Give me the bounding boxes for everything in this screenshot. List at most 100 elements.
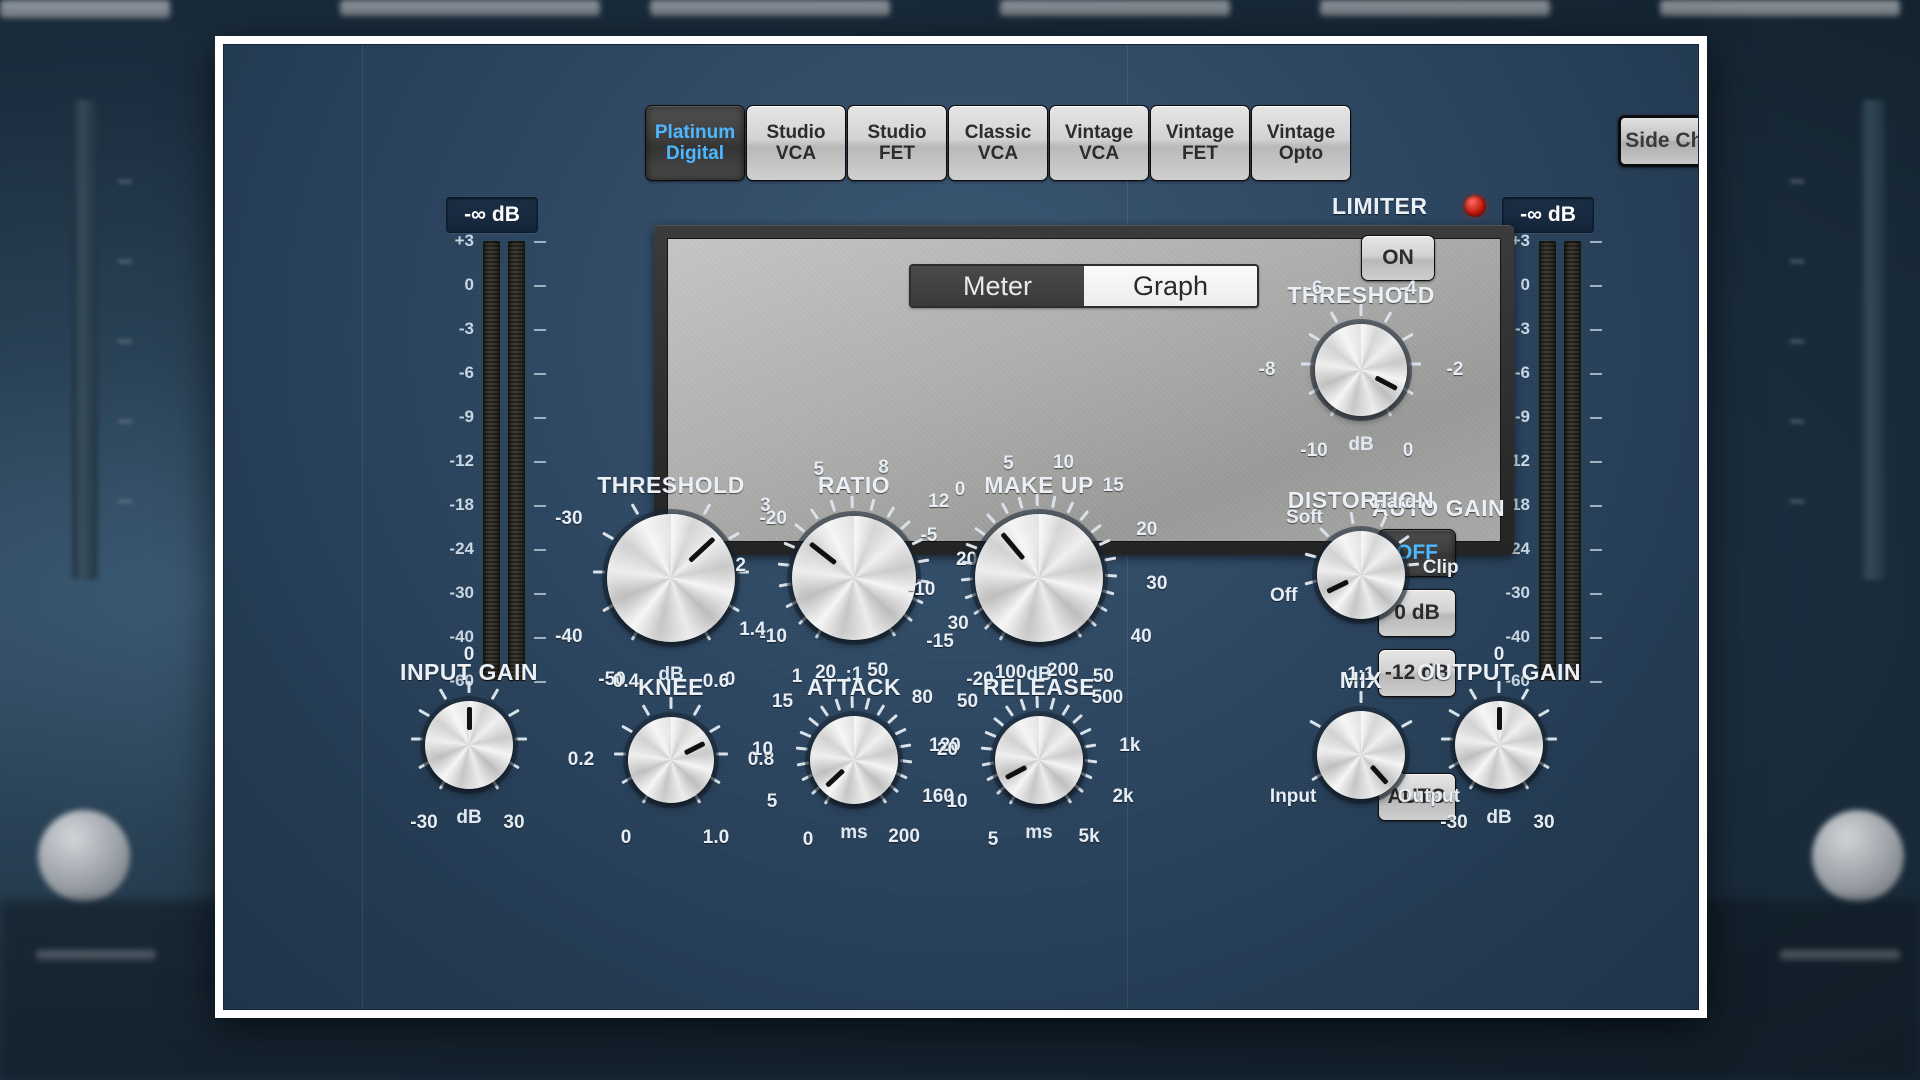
knob-tick <box>727 604 739 613</box>
limiter-on-button[interactable]: ON <box>1361 235 1435 281</box>
knob-unit-limiter-threshold: dB <box>1348 434 1373 456</box>
knob-tick <box>1080 771 1092 779</box>
knob-scale-label: 200 <box>1047 660 1079 682</box>
meter-scale-tick <box>1590 593 1602 595</box>
meter-scale-label: -9 <box>1515 407 1530 427</box>
knob-unit-input-gain: dB <box>456 807 481 829</box>
model-tab-studio-fet[interactable]: StudioFET <box>847 105 947 181</box>
knob-dial-mix[interactable] <box>1317 711 1405 799</box>
knob-scale-label: 50 <box>867 660 888 682</box>
knob-dial-knee[interactable] <box>628 717 714 803</box>
knob-dial-ratio[interactable] <box>792 516 916 640</box>
knob-scale-label: 40 <box>1131 626 1152 648</box>
backdrop-fader <box>72 100 98 580</box>
knob-tick <box>1469 688 1478 700</box>
knob-scale-label: 0 <box>464 644 475 666</box>
backdrop-fader <box>1860 100 1886 580</box>
model-tab-label: ClassicVCA <box>965 122 1032 165</box>
knob-scale-label: 80 <box>912 687 933 709</box>
model-tab-label: StudioFET <box>867 122 926 165</box>
meter-scale-label: +3 <box>455 231 474 251</box>
knob-scale-label: -8 <box>1259 359 1276 381</box>
meter-scale-label: 0 <box>1521 275 1530 295</box>
knob-scale-label: Output <box>1398 786 1460 808</box>
backdrop-strip <box>0 0 170 18</box>
meter-scale-tick <box>534 505 546 507</box>
meter-scale-tick <box>1590 373 1602 375</box>
model-tab-classic-vca[interactable]: ClassicVCA <box>948 105 1048 181</box>
knob-scale-label: Input <box>1270 786 1316 808</box>
meter-scale-tick <box>534 285 546 287</box>
knob-title-make-up: MAKE UP <box>984 472 1094 499</box>
knob-scale-label: -10 <box>908 579 935 601</box>
tab-meter[interactable]: Meter <box>911 266 1084 306</box>
input-meter-bars <box>476 241 532 681</box>
input-meter-bar-left <box>483 241 500 681</box>
knob-scale-label: 15 <box>772 691 793 713</box>
knob-tick <box>515 738 527 741</box>
knob-tick <box>621 724 633 733</box>
knob-tick <box>491 688 500 700</box>
knob-tick <box>1360 691 1363 703</box>
knob-tick <box>641 704 650 716</box>
knob-scale-label: -2 <box>1447 359 1464 381</box>
knob-scale-label: 0 <box>955 479 966 501</box>
knob-tick <box>877 704 886 716</box>
model-tab-platinum-digital[interactable]: PlatinumDigital <box>645 105 745 181</box>
knob-tick <box>1498 681 1501 693</box>
knob-scale-label: 1.0 <box>703 827 729 849</box>
knob-unit-attack: ms <box>840 822 867 844</box>
knob-tick <box>961 577 973 581</box>
knob-scale-label: 1.4 <box>739 619 765 641</box>
knob-scale-label: 0 <box>1494 644 1505 666</box>
model-tab-vintage-fet[interactable]: VintageFET <box>1150 105 1250 181</box>
knob-dial-threshold[interactable] <box>607 514 735 642</box>
side-chain-button[interactable]: Side Chain <box>1621 118 1699 164</box>
backdrop-strip <box>340 0 600 16</box>
meter-scale-label: -9 <box>459 407 474 427</box>
knob-scale-label: 8 <box>878 457 889 479</box>
model-tab-studio-vca[interactable]: StudioVCA <box>746 105 846 181</box>
knob-tick <box>1095 604 1107 613</box>
meter-scale-tick <box>534 549 546 551</box>
knob-dial-attack[interactable] <box>810 716 898 804</box>
knob-scale-label: 200 <box>888 826 920 848</box>
knob-scale-label: 20 <box>937 739 958 761</box>
knob-scale-label: 20 <box>1136 519 1157 541</box>
knob-dial-limiter-threshold[interactable] <box>1315 324 1407 416</box>
output-meter-bar-right <box>1564 241 1581 681</box>
knob-dial-distortion[interactable] <box>1317 531 1405 619</box>
knob-tick <box>800 730 812 737</box>
knob-scale-label: Off <box>1270 585 1297 607</box>
knob-dial-make-up[interactable] <box>975 514 1103 642</box>
knob-tick <box>982 761 994 766</box>
meter-scale-tick <box>534 329 546 331</box>
model-tab-vintage-vca[interactable]: VintageVCA <box>1049 105 1149 181</box>
knob-scale-label: 30 <box>1146 573 1167 595</box>
knob-scale-label: 50 <box>1093 666 1114 688</box>
knob-tick <box>1360 304 1363 316</box>
backdrop-strip <box>36 950 156 960</box>
knob-tick <box>1538 761 1550 770</box>
knob-scale-label: 2 <box>735 555 746 577</box>
meter-scale-tick <box>534 241 546 243</box>
knob-unit-release: ms <box>1025 822 1052 844</box>
knob-scale-label: 1 <box>792 666 803 688</box>
meter-scale-tick <box>534 461 546 463</box>
plugin-window: PlatinumDigitalStudioVCA StudioFET Classic… <box>215 36 1707 1018</box>
knob-unit-output-gain: dB <box>1486 807 1511 829</box>
tab-graph[interactable]: Graph <box>1084 266 1257 306</box>
backdrop-strip <box>1320 0 1550 16</box>
model-tab-line2: VCA <box>1079 143 1119 164</box>
knob-dial-release[interactable] <box>995 716 1083 804</box>
backdrop-strip <box>1780 950 1900 960</box>
knob-tick <box>851 496 854 508</box>
knob-scale-label: 500 <box>1092 687 1124 709</box>
model-tab-vintage-opto[interactable]: VintageOpto <box>1251 105 1351 181</box>
meter-scale-label: -18 <box>449 495 474 515</box>
meter-scale-label: -3 <box>1515 319 1530 339</box>
knob-tick <box>1035 494 1038 506</box>
knob-tick <box>917 559 929 564</box>
knob-scale-label: -4 <box>1400 278 1417 300</box>
backdrop-strip <box>650 0 890 16</box>
